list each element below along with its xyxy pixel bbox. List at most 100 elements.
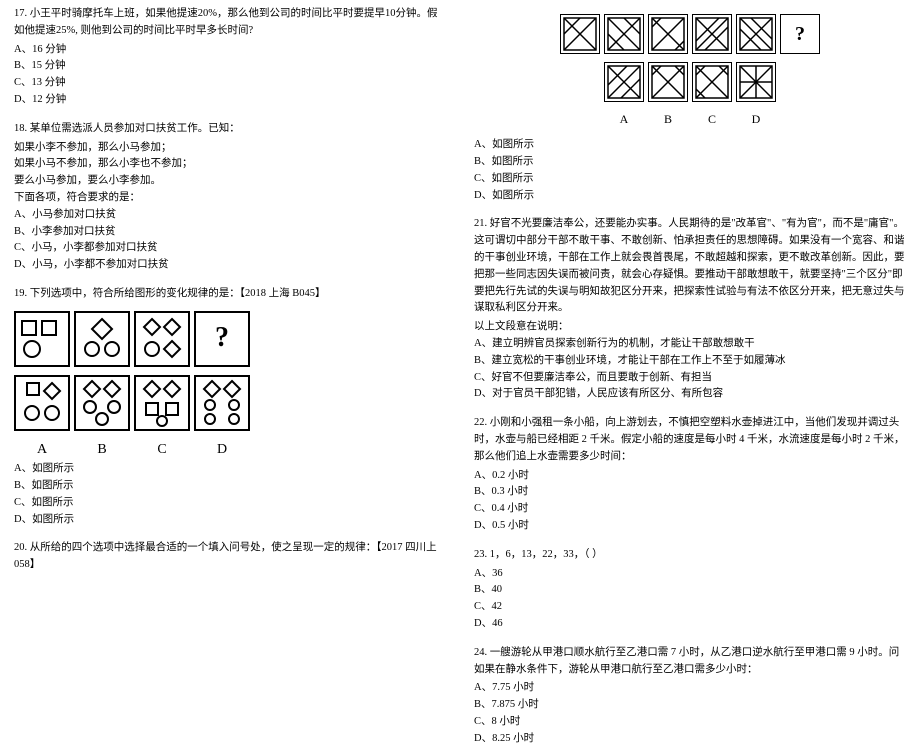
lines-icon bbox=[563, 17, 597, 51]
question-22: 22. 小刚和小强租一条小船，向上游划去，不慎把空塑料水壶掉进江中，当他们发现并… bbox=[474, 415, 906, 535]
question-24: 24. 一艘游轮从甲港口顺水航行至乙港口需 7 小时，从乙港口逆水航行至甲港口需… bbox=[474, 645, 906, 747]
right-column: ? A B C D A、如图所示 B、如图所示 C、如图所示 D、如图所示 21… bbox=[474, 6, 906, 645]
q20-label-b: B bbox=[648, 110, 688, 129]
q21-opt-d: D、对于官员干部犯错，人民应该有所区分、有所包容 bbox=[474, 386, 906, 403]
q20-figure-row-bottom bbox=[474, 62, 906, 102]
q17-opt-c: C、13 分钟 bbox=[14, 75, 446, 92]
q20-figure-row-top: ? bbox=[474, 14, 906, 54]
lines-icon bbox=[607, 17, 641, 51]
question-19: 19. 下列选项中，符合所给图形的变化规律的是：【2018 上海 B045】 ?… bbox=[14, 286, 446, 528]
shapes-icon bbox=[78, 315, 126, 363]
lines-icon bbox=[651, 65, 685, 99]
q18-l1: 如果小李不参加，那么小马参加； bbox=[14, 140, 446, 157]
q21-l1: 以上文段意在说明： bbox=[474, 319, 906, 336]
q20-opt-a: A、如图所示 bbox=[474, 137, 906, 154]
q19-label-d: D bbox=[194, 439, 250, 461]
q24-opt-a: A、7.75 小时 bbox=[474, 680, 906, 697]
q18-l2: 如果小马不参加，那么小李也不参加； bbox=[14, 156, 446, 173]
q19-opt-c: C、如图所示 bbox=[14, 495, 446, 512]
q20-label-a: A bbox=[604, 110, 644, 129]
question-21: 21. 好官不光要廉洁奉公，还要能办实事。人民期待的是"改革官"、"有为官"，而… bbox=[474, 216, 906, 403]
shapes-icon bbox=[18, 379, 66, 427]
q17-text: 17. 小王平时骑摩托车上班，如果他提速20%，那么他到公司的时间比平时要提早1… bbox=[14, 6, 446, 40]
q19-option-b-fig bbox=[74, 375, 130, 431]
question-23: 23. 1，6，13，22，33，（ ） A、36 B、40 C、42 D、46 bbox=[474, 547, 906, 633]
q22-opt-c: C、0.4 小时 bbox=[474, 501, 906, 518]
q23-opt-c: C、42 bbox=[474, 599, 906, 616]
q21-opt-c: C、好官不但要廉洁奉公，而且要敢于创新、有担当 bbox=[474, 370, 906, 387]
q23-opt-a: A、36 bbox=[474, 566, 906, 583]
q19-label-a: A bbox=[14, 439, 70, 461]
q20-opt-b: B、如图所示 bbox=[474, 154, 906, 171]
q20-text: 20. 从所给的四个选项中选择最合适的一个填入问号处，使之呈现一定的规律：【20… bbox=[14, 540, 446, 574]
q22-opt-a: A、0.2 小时 bbox=[474, 468, 906, 485]
q20-opt-d: D、如图所示 bbox=[474, 188, 906, 205]
lines-icon bbox=[739, 65, 773, 99]
q23-opt-d: D、46 bbox=[474, 616, 906, 633]
q20-prompt-1 bbox=[560, 14, 600, 54]
q20-option-labels: A B C D bbox=[474, 110, 906, 129]
q19-prompt-1 bbox=[14, 311, 70, 367]
q20-label-d: D bbox=[736, 110, 776, 129]
question-20: 20. 从所给的四个选项中选择最合适的一个填入问号处，使之呈现一定的规律：【20… bbox=[14, 540, 446, 574]
q19-option-labels: A B C D bbox=[14, 439, 446, 461]
q18-opt-c: C、小马，小李都参加对口扶贫 bbox=[14, 240, 446, 257]
shapes-icon bbox=[198, 379, 246, 427]
q18-text: 18. 某单位需选派人员参加对口扶贫工作。已知： bbox=[14, 121, 446, 138]
q21-opt-a: A、建立明辨官员探索创新行为的机制，才能让干部敢想敢干 bbox=[474, 336, 906, 353]
q19-figure-row-top: ? bbox=[14, 311, 446, 367]
shapes-icon bbox=[138, 379, 186, 427]
q20-prompt-3 bbox=[648, 14, 688, 54]
q20-option-b-fig bbox=[648, 62, 688, 102]
q20-option-a-fig bbox=[604, 62, 644, 102]
q21-opt-b: B、建立宽松的干事创业环境，才能让干部在工作上不至于如履薄冰 bbox=[474, 353, 906, 370]
q19-opt-b: B、如图所示 bbox=[14, 478, 446, 495]
q17-opt-a: A、16 分钟 bbox=[14, 42, 446, 59]
shapes-icon bbox=[138, 315, 186, 363]
q19-prompt-qmark: ? bbox=[194, 311, 250, 367]
q20-label-c: C bbox=[692, 110, 732, 129]
q18-l4: 下面各项，符合要求的是： bbox=[14, 190, 446, 207]
shapes-icon bbox=[18, 315, 66, 363]
q20-option-c-fig bbox=[692, 62, 732, 102]
left-column: 17. 小王平时骑摩托车上班，如果他提速20%，那么他到公司的时间比平时要提早1… bbox=[14, 6, 446, 645]
q19-option-d-fig bbox=[194, 375, 250, 431]
q18-opt-a: A、小马参加对口扶贫 bbox=[14, 207, 446, 224]
question-20-figures: ? A B C D A、如图所示 B、如图所示 C、如图所示 D、如图所示 bbox=[474, 14, 906, 204]
q20-option-d-fig bbox=[736, 62, 776, 102]
q20-prompt-2 bbox=[604, 14, 644, 54]
q19-option-a-fig bbox=[14, 375, 70, 431]
q23-text: 23. 1，6，13，22，33，（ ） bbox=[474, 547, 906, 564]
q19-prompt-3 bbox=[134, 311, 190, 367]
q18-opt-b: B、小李参加对口扶贫 bbox=[14, 224, 446, 241]
q20-prompt-4 bbox=[692, 14, 732, 54]
q22-text: 22. 小刚和小强租一条小船，向上游划去，不慎把空塑料水壶掉进江中，当他们发现并… bbox=[474, 415, 906, 465]
q24-opt-d: D、8.25 小时 bbox=[474, 731, 906, 747]
question-18: 18. 某单位需选派人员参加对口扶贫工作。已知： 如果小李不参加，那么小马参加；… bbox=[14, 121, 446, 274]
q19-option-c-fig bbox=[134, 375, 190, 431]
question-mark-icon: ? bbox=[215, 316, 229, 361]
q18-l3: 要么小马参加，要么小李参加。 bbox=[14, 173, 446, 190]
q24-opt-c: C、8 小时 bbox=[474, 714, 906, 731]
lines-icon bbox=[739, 17, 773, 51]
q22-opt-b: B、0.3 小时 bbox=[474, 484, 906, 501]
q21-text: 21. 好官不光要廉洁奉公，还要能办实事。人民期待的是"改革官"、"有为官"，而… bbox=[474, 216, 906, 317]
q19-opt-d: D、如图所示 bbox=[14, 512, 446, 529]
shapes-icon bbox=[78, 379, 126, 427]
q19-opt-a: A、如图所示 bbox=[14, 461, 446, 478]
q17-opt-b: B、15 分钟 bbox=[14, 58, 446, 75]
q24-opt-b: B、7.875 小时 bbox=[474, 697, 906, 714]
q19-label-b: B bbox=[74, 439, 130, 461]
q22-opt-d: D、0.5 小时 bbox=[474, 518, 906, 535]
page-container: 17. 小王平时骑摩托车上班，如果他提速20%，那么他到公司的时间比平时要提早1… bbox=[0, 0, 920, 651]
q24-text: 24. 一艘游轮从甲港口顺水航行至乙港口需 7 小时，从乙港口逆水航行至甲港口需… bbox=[474, 645, 906, 679]
q23-opt-b: B、40 bbox=[474, 582, 906, 599]
lines-icon bbox=[695, 65, 729, 99]
q19-prompt-2 bbox=[74, 311, 130, 367]
lines-icon bbox=[607, 65, 641, 99]
q20-opt-c: C、如图所示 bbox=[474, 171, 906, 188]
q18-opt-d: D、小马，小李都不参加对口扶贫 bbox=[14, 257, 446, 274]
q20-prompt-5 bbox=[736, 14, 776, 54]
q17-opt-d: D、12 分钟 bbox=[14, 92, 446, 109]
lines-icon bbox=[651, 17, 685, 51]
